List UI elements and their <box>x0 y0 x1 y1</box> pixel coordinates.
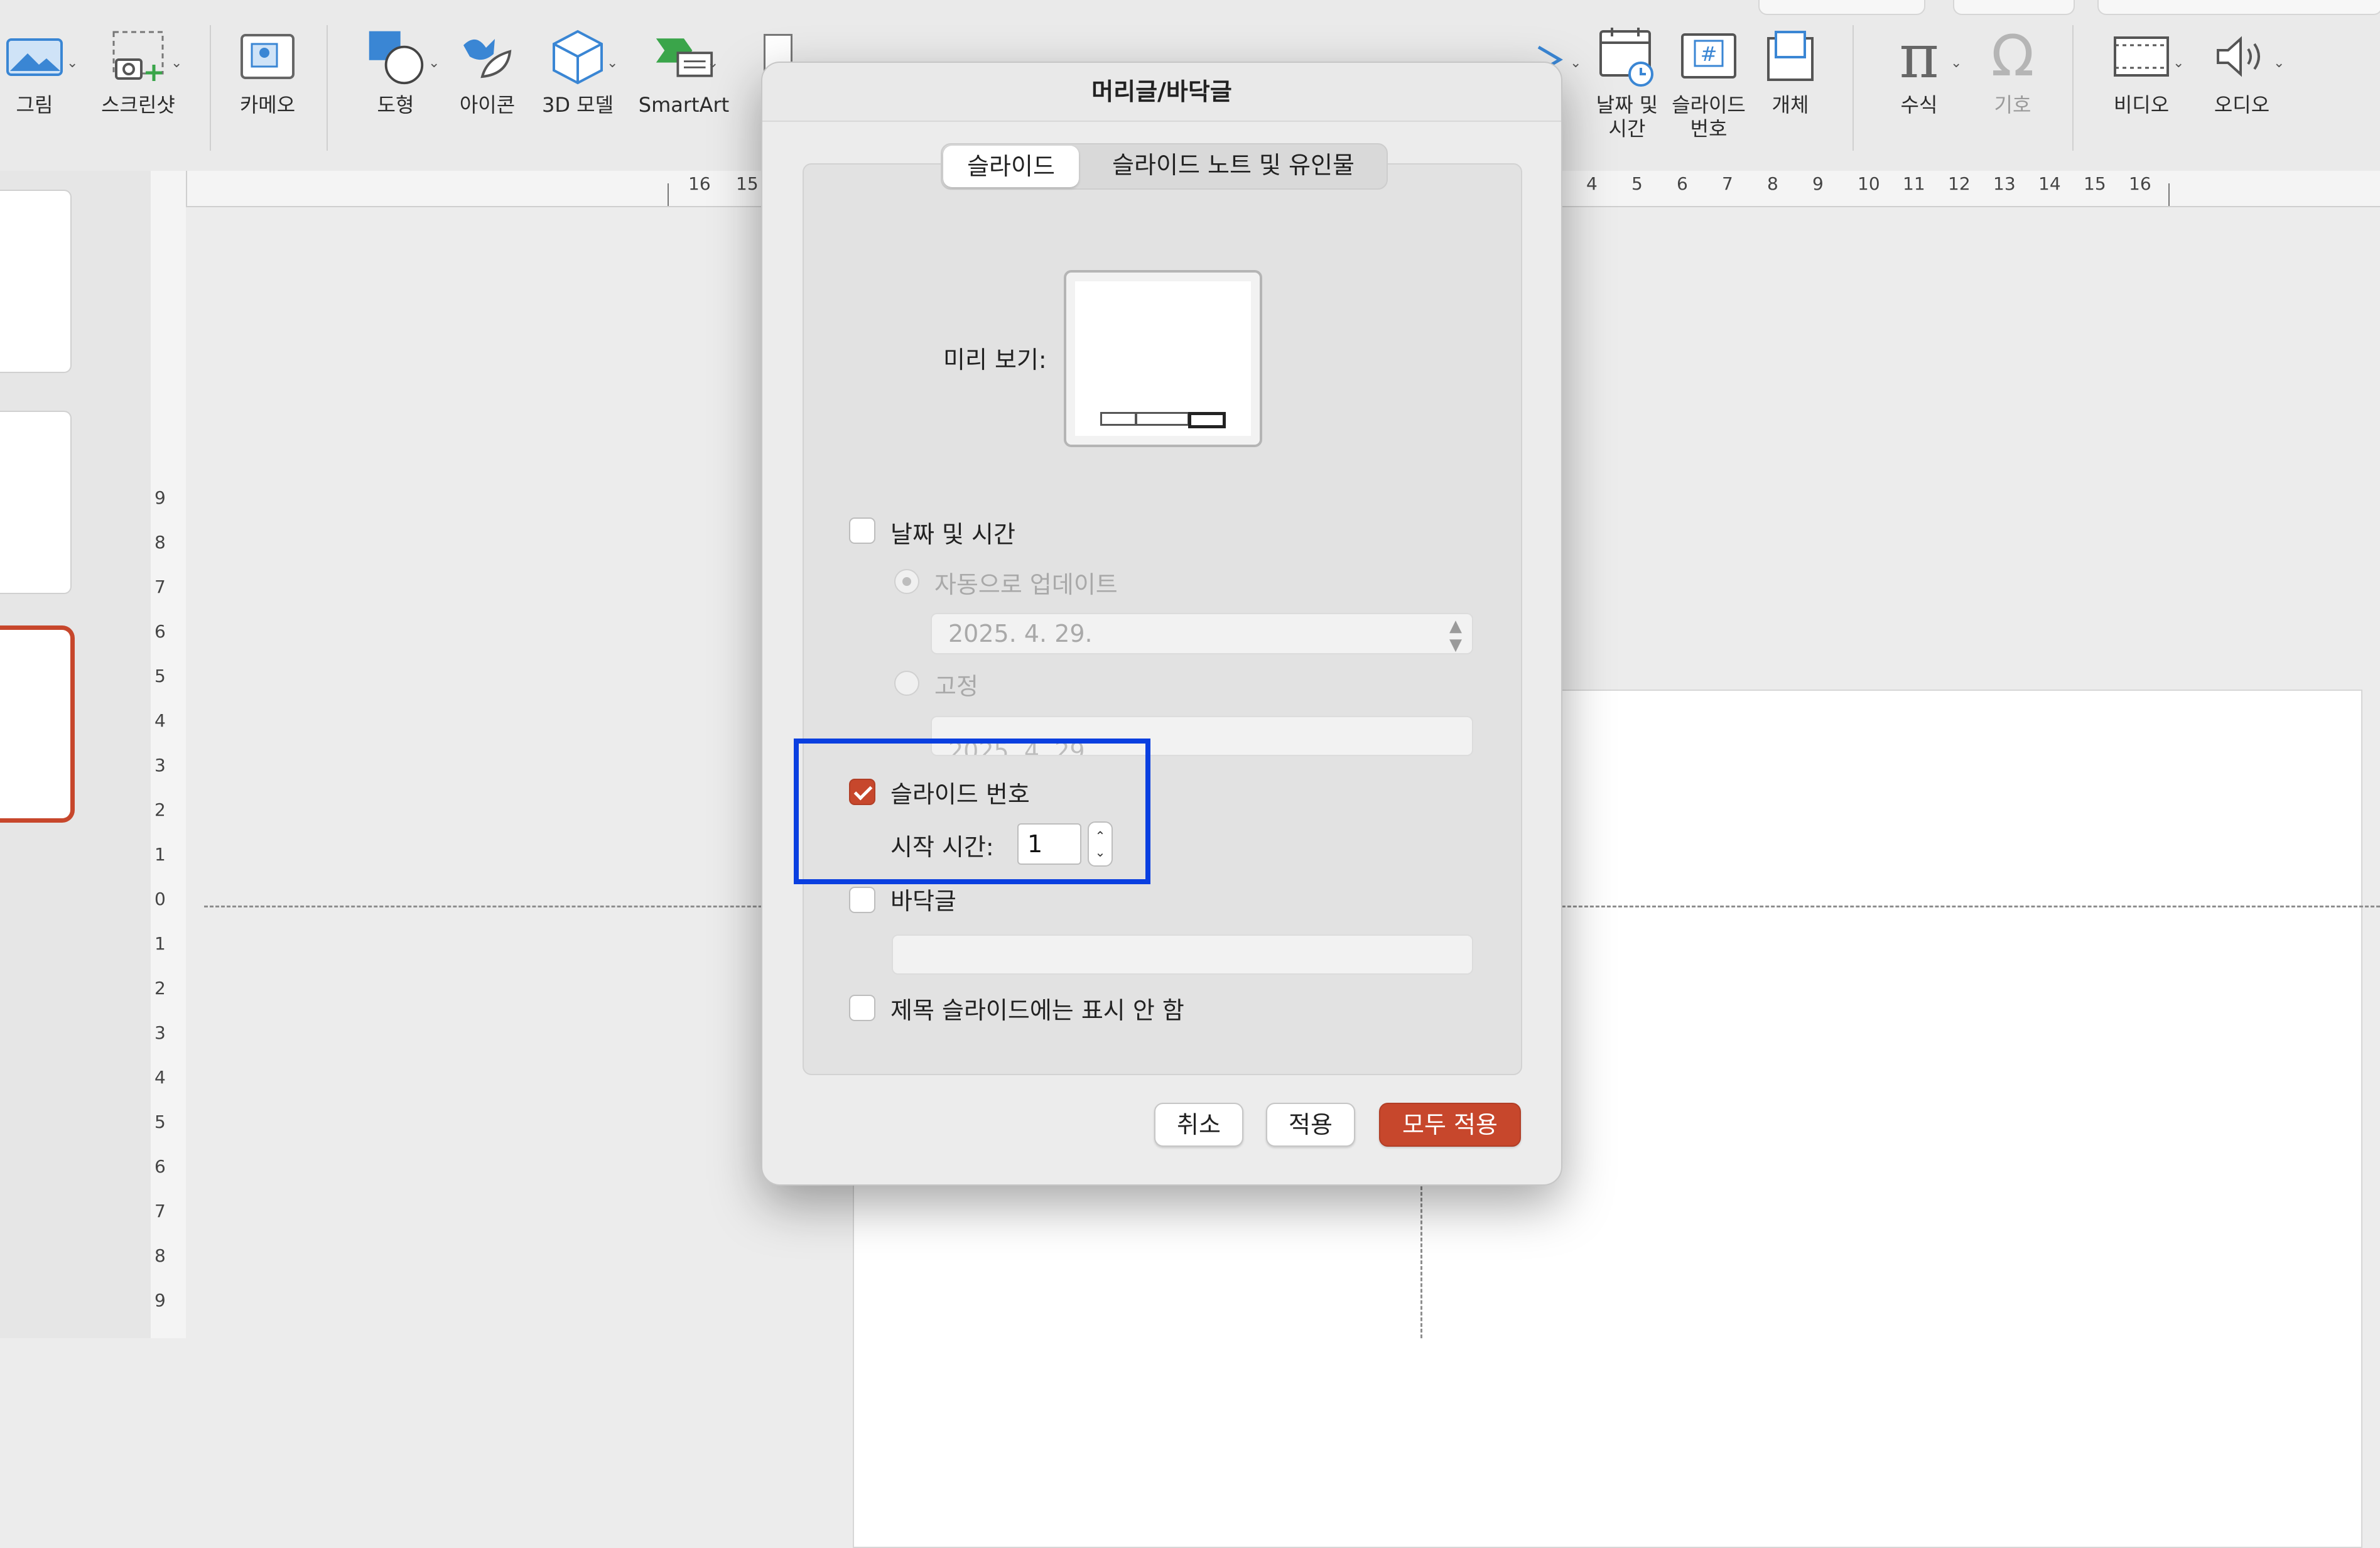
ribbon-symbol-button[interactable]: Ω 기호 <box>1978 25 2047 117</box>
auto-update-radio[interactable] <box>894 569 919 594</box>
dont-show-title-label: 제목 슬라이드에는 표시 안 함 <box>890 997 1184 1024</box>
slide-thumbnail[interactable] <box>0 411 72 594</box>
ruler-labels-right: 4 5 6 7 8 9 10 11 12 13 14 15 16 <box>1586 173 2151 194</box>
audio-icon <box>2212 25 2272 88</box>
footer-label: 바닥글 <box>890 887 956 915</box>
ribbon-audio-button[interactable]: 오디오 <box>2198 25 2286 117</box>
highlight-box <box>794 739 1150 884</box>
ribbon-cameo-button[interactable]: 카메오 <box>230 25 305 117</box>
dialog-title: 머리글/바닥글 <box>762 63 1561 122</box>
picture-icon <box>4 25 65 88</box>
preview-label: 미리 보기: <box>943 346 1047 374</box>
top-control[interactable] <box>1758 0 1925 15</box>
ribbon-separator <box>1853 25 1854 151</box>
tab-slide[interactable]: 슬라이드 <box>943 146 1079 187</box>
ruler-label: 16 <box>688 173 711 194</box>
ribbon-object-button[interactable]: 개체 <box>1756 25 1825 117</box>
fixed-label: 고정 <box>934 673 978 700</box>
icons-icon <box>457 25 517 88</box>
top-control[interactable] <box>2097 0 2380 15</box>
tab-notes-handouts[interactable]: 슬라이드 노트 및 유인물 <box>1080 144 1387 186</box>
chevron-down-icon[interactable]: ⌄ <box>707 55 718 71</box>
ribbon-date-time-button[interactable]: 날짜 및 시간 <box>1586 25 1668 141</box>
select-arrows-icon: ▲ ▼ <box>1449 617 1462 654</box>
ribbon-icons-button[interactable]: 아이콘 <box>450 25 525 117</box>
ribbon-screenshot-button[interactable]: 스크린샷 <box>94 25 182 117</box>
slide-thumbnail-selected[interactable] <box>0 625 75 823</box>
ribbon-smartart-button[interactable]: SmartArt <box>630 25 737 117</box>
date-time-icon <box>1597 25 1657 88</box>
chevron-down-icon[interactable]: ⌄ <box>1570 55 1581 71</box>
fixed-radio[interactable] <box>894 671 919 696</box>
ruler-label: 15 <box>736 173 759 194</box>
chevron-down-icon[interactable]: ⌄ <box>2273 55 2285 71</box>
footer-checkbox[interactable] <box>849 887 875 913</box>
shapes-icon <box>365 25 426 88</box>
slide-thumbnail[interactable] <box>0 190 72 373</box>
footer-input[interactable] <box>892 934 1473 975</box>
ribbon-3d-model-button[interactable]: 3D 모델 <box>534 25 622 117</box>
date-format-select[interactable]: 2025. 4. 29. ▲ ▼ <box>931 613 1473 654</box>
svg-text:#: # <box>1701 42 1717 66</box>
slide-number-icon: # <box>1679 25 1739 88</box>
ribbon-separator <box>327 25 328 151</box>
auto-update-label: 자동으로 업데이트 <box>934 571 1118 598</box>
object-icon <box>1760 25 1820 88</box>
preview-date-placeholder <box>1100 412 1137 426</box>
vertical-guide[interactable] <box>1420 1181 1422 1338</box>
smartart-icon <box>654 25 714 88</box>
ribbon-video-button[interactable]: 비디오 <box>2097 25 2185 117</box>
3d-model-icon <box>548 25 608 88</box>
top-control[interactable] <box>1953 0 2075 15</box>
chevron-down-icon[interactable]: ⌄ <box>67 55 78 71</box>
chevron-down-icon[interactable]: ⌄ <box>2173 55 2184 71</box>
apply-button[interactable]: 적용 <box>1266 1103 1355 1147</box>
ribbon-equation-button[interactable]: π 수식 <box>1881 25 1957 117</box>
ribbon-shapes-button[interactable]: 도형 <box>352 25 440 117</box>
vertical-ruler-labels: 9 8 7 6 5 4 3 2 1 0 1 2 3 4 5 6 7 8 9 <box>154 487 166 1311</box>
preview-number-placeholder <box>1188 412 1226 428</box>
chevron-down-icon[interactable]: ⌄ <box>171 55 182 71</box>
ribbon-picture-button[interactable]: 그림 <box>0 25 69 117</box>
date-time-label: 날짜 및 시간 <box>890 521 1015 548</box>
tab-segmented-control: 슬라이드 슬라이드 노트 및 유인물 <box>941 143 1388 190</box>
date-time-checkbox[interactable] <box>849 517 875 544</box>
chevron-down-icon[interactable]: ⌄ <box>428 55 440 71</box>
ribbon-slide-number-button[interactable]: # 슬라이드 번호 <box>1668 25 1750 141</box>
cancel-button[interactable]: 취소 <box>1154 1103 1243 1147</box>
cameo-icon <box>237 25 298 88</box>
ribbon-separator <box>2072 25 2074 151</box>
preview-footer-placeholder <box>1135 412 1189 426</box>
chevron-down-icon[interactable]: ⌄ <box>607 55 618 71</box>
screenshot-icon <box>108 25 168 88</box>
video-icon <box>2111 25 2172 88</box>
pi-icon: π <box>1899 21 1939 92</box>
chevron-down-icon[interactable]: ⌄ <box>1950 55 1962 71</box>
apply-all-button[interactable]: 모두 적용 <box>1379 1103 1521 1147</box>
slide-thumbnail-pane <box>0 171 151 1338</box>
preview-thumbnail <box>1064 270 1262 447</box>
omega-icon: Ω <box>1991 23 2035 89</box>
dont-show-title-checkbox[interactable] <box>849 995 875 1021</box>
header-footer-dialog: 머리글/바닥글 슬라이드 슬라이드 노트 및 유인물 미리 보기: 날짜 및 시… <box>761 62 1562 1186</box>
vertical-ruler: 9 8 7 6 5 4 3 2 1 0 1 2 3 4 5 6 7 8 9 <box>151 171 187 1338</box>
ribbon-separator <box>210 25 211 151</box>
